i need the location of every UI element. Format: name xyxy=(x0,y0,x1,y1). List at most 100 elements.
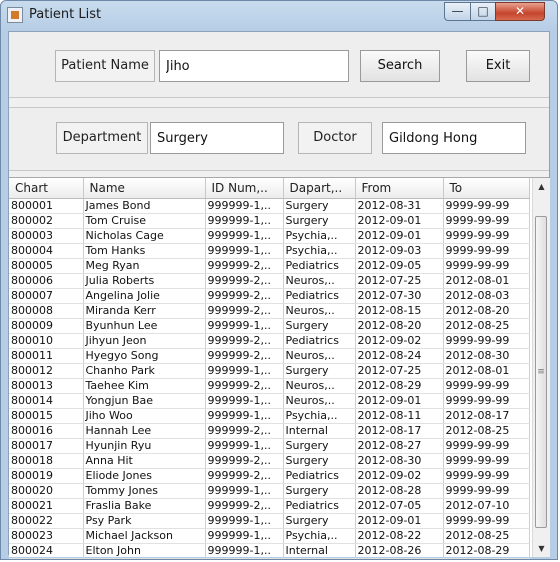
cell-id-number: 999999-2,.. xyxy=(205,453,284,469)
maximize-button[interactable]: □ xyxy=(470,2,496,21)
cell-department: Surgery xyxy=(283,483,356,499)
table-row[interactable]: 800020 Tommy Jones 999999-1,.. Surgery 2012-… xyxy=(9,483,530,499)
cell-from: 2012-09-01 xyxy=(355,513,444,529)
cell-to: 2012-08-01 xyxy=(443,273,530,289)
cell-chart: 800001 xyxy=(9,198,84,214)
cell-id-number: 999999-1,.. xyxy=(205,243,284,259)
table-row[interactable]: 800014 Yongjun Bae 999999-1,.. Neuros,.. 201… xyxy=(9,393,530,409)
column-header-name[interactable]: Name xyxy=(83,178,206,199)
column-header-to[interactable]: To xyxy=(443,178,530,199)
title-bar[interactable]: Patient List — □ ✕ xyxy=(1,1,557,31)
cell-to: 9999-99-99 xyxy=(443,228,530,244)
cell-department: Neuros,.. xyxy=(283,303,356,319)
column-header-id-number[interactable]: ID Num,.. xyxy=(205,178,284,199)
table-row[interactable]: 800013 Taehee Kim 999999-2,.. Neuros,.. 2012… xyxy=(9,378,530,394)
table-row[interactable]: 800011 Hyegyo Song 999999-2,.. Neuros,.. 201… xyxy=(9,348,530,364)
search-panel: Patient Name Search Exit xyxy=(9,32,549,98)
doctor-input[interactable] xyxy=(382,122,526,154)
cell-to: 9999-99-99 xyxy=(443,378,530,394)
patient-name-label: Patient Name xyxy=(55,50,155,82)
table-row[interactable]: 800009 Byunhun Lee 999999-1,.. Surgery 2012-… xyxy=(9,318,530,334)
cell-name: Elton John xyxy=(83,543,206,559)
department-input[interactable] xyxy=(150,122,284,154)
cell-department: Surgery xyxy=(283,213,356,229)
scroll-up-arrow-icon[interactable]: ▲ xyxy=(533,178,550,195)
cell-chart: 800002 xyxy=(9,213,84,229)
cell-id-number: 999999-1,.. xyxy=(205,198,284,214)
table-row[interactable]: 800024 Elton John 999999-1,.. Internal 2012-… xyxy=(9,543,530,559)
close-button[interactable]: ✕ xyxy=(495,2,545,21)
column-header-from[interactable]: From xyxy=(355,178,444,199)
table-row[interactable]: 800023 Michael Jackson 999999-1,.. Psychia,… xyxy=(9,528,530,544)
table-row[interactable]: 800018 Anna Hit 999999-2,.. Surgery 2012-08-… xyxy=(9,453,530,469)
cell-to: 9999-99-99 xyxy=(443,258,530,274)
scrollbar-thumb[interactable]: ≡ xyxy=(535,216,547,528)
cell-department: Psychia,.. xyxy=(283,408,356,424)
cell-name: Michael Jackson xyxy=(83,528,206,544)
minimize-button[interactable]: — xyxy=(444,2,471,21)
cell-to: 9999-99-99 xyxy=(443,393,530,409)
maximize-icon: □ xyxy=(477,4,489,18)
table-row[interactable]: 800022 Psy Park 999999-1,.. Surgery 2012-09-… xyxy=(9,513,530,529)
cell-from: 2012-09-01 xyxy=(355,213,444,229)
table-row[interactable]: 800003 Nicholas Cage 999999-1,.. Psychia,..… xyxy=(9,228,530,244)
cell-chart: 800013 xyxy=(9,378,84,394)
table-row[interactable]: 800002 Tom Cruise 999999-1,.. Surgery 2012-0… xyxy=(9,213,530,229)
table-row[interactable]: 800010 Jihyun Jeon 999999-2,.. Pediatrics 20… xyxy=(9,333,530,349)
cell-to: 9999-99-99 xyxy=(443,453,530,469)
cell-to: 9999-99-99 xyxy=(443,213,530,229)
cell-from: 2012-08-24 xyxy=(355,348,444,364)
cell-from: 2012-08-31 xyxy=(355,198,444,214)
cell-from: 2012-08-28 xyxy=(355,483,444,499)
cell-from: 2012-08-26 xyxy=(355,543,444,559)
cell-name: Nicholas Cage xyxy=(83,228,206,244)
table-row[interactable]: 800006 Julia Roberts 999999-2,.. Neuros,.. 2… xyxy=(9,273,530,289)
cell-id-number: 999999-2,.. xyxy=(205,273,284,289)
table-row[interactable]: 800019 Eliode Jones 999999-2,.. Pediatrics 2… xyxy=(9,468,530,484)
cell-chart: 800021 xyxy=(9,498,84,514)
cell-department: Pediatrics xyxy=(283,333,356,349)
cell-to: 2012-08-17 xyxy=(443,408,530,424)
cell-name: Meg Ryan xyxy=(83,258,206,274)
table-row[interactable]: 800004 Tom Hanks 999999-1,.. Psychia,.. 2012… xyxy=(9,243,530,259)
cell-from: 2012-07-25 xyxy=(355,273,444,289)
patient-name-input[interactable] xyxy=(159,50,349,82)
cell-department: Psychia,.. xyxy=(283,243,356,259)
java-cup-icon xyxy=(7,7,23,23)
table-row[interactable]: 800015 Jiho Woo 999999-1,.. Psychia,.. 2012-… xyxy=(9,408,530,424)
scroll-down-arrow-icon[interactable]: ▼ xyxy=(533,540,550,557)
doctor-label: Doctor xyxy=(298,122,372,154)
column-header-department[interactable]: Dapart,.. xyxy=(283,178,356,199)
table-row[interactable]: 800017 Hyunjin Ryu 999999-1,.. Surgery 2012-… xyxy=(9,438,530,454)
table-row[interactable]: 800005 Meg Ryan 999999-2,.. Pediatrics 2012-… xyxy=(9,258,530,274)
table-row[interactable]: 800008 Miranda Kerr 999999-2,.. Neuros,.. 20… xyxy=(9,303,530,319)
cell-name: Julia Roberts xyxy=(83,273,206,289)
cell-chart: 800008 xyxy=(9,303,84,319)
cell-id-number: 999999-2,.. xyxy=(205,333,284,349)
table-row[interactable]: 800007 Angelina Jolie 999999-2,.. Pediatric… xyxy=(9,288,530,304)
cell-chart: 800018 xyxy=(9,453,84,469)
cell-department: Pediatrics xyxy=(283,288,356,304)
cell-from: 2012-08-29 xyxy=(355,378,444,394)
table-row[interactable]: 800021 Fraslia Bake 999999-2,.. Pediatrics 2… xyxy=(9,498,530,514)
exit-button[interactable]: Exit xyxy=(466,50,530,82)
column-header-chart[interactable]: Chart xyxy=(9,178,84,199)
cell-to: 9999-99-99 xyxy=(443,483,530,499)
cell-from: 2012-09-02 xyxy=(355,468,444,484)
table-row[interactable]: 800016 Hannah Lee 999999-2,.. Internal 2012-… xyxy=(9,423,530,439)
cell-id-number: 999999-2,.. xyxy=(205,348,284,364)
cell-name: Jihyun Jeon xyxy=(83,333,206,349)
table-body: 800001 James Bond 999999-1,.. Surgery 2012-0… xyxy=(9,198,530,559)
cell-department: Psychia,.. xyxy=(283,528,356,544)
table-row[interactable]: 800001 James Bond 999999-1,.. Surgery 2012-0… xyxy=(9,198,530,214)
table-row[interactable]: 800012 Chanho Park 999999-1,.. Surgery 2012-… xyxy=(9,363,530,379)
cell-id-number: 999999-1,.. xyxy=(205,543,284,559)
vertical-scrollbar[interactable]: ▲ ≡ ▼ xyxy=(532,178,550,557)
cell-chart: 800020 xyxy=(9,483,84,499)
cell-to: 2012-08-30 xyxy=(443,348,530,364)
cell-department: Internal xyxy=(283,543,356,559)
cell-id-number: 999999-1,.. xyxy=(205,408,284,424)
search-button[interactable]: Search xyxy=(360,50,440,82)
cell-department: Pediatrics xyxy=(283,468,356,484)
cell-department: Pediatrics xyxy=(283,498,356,514)
